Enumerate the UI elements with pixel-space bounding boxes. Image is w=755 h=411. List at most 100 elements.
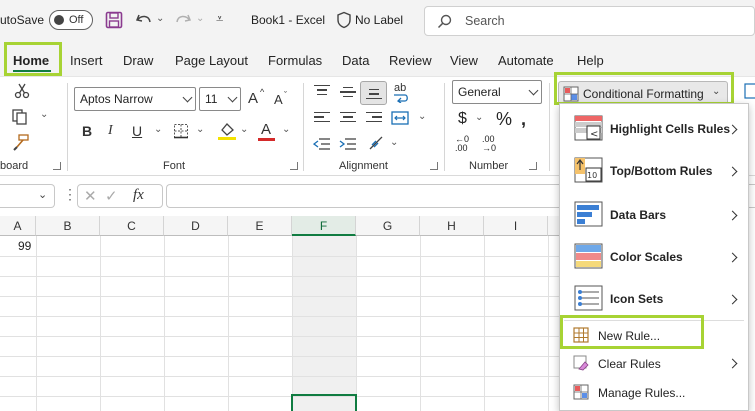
column-header-c[interactable]: C: [100, 216, 164, 236]
insert-function-icon[interactable]: fx: [133, 187, 144, 204]
name-box[interactable]: ⌄: [0, 184, 55, 208]
column-header-e[interactable]: E: [228, 216, 292, 236]
font-group-label: Font: [163, 160, 186, 172]
copy-dropdown-icon[interactable]: ⌄: [40, 109, 48, 120]
borders-icon[interactable]: [173, 123, 189, 139]
italic-button[interactable]: I: [108, 123, 113, 139]
customize-toolbar-icon[interactable]: ⩡: [216, 11, 223, 27]
save-icon[interactable]: [105, 11, 123, 29]
underline-dropdown-icon[interactable]: ⌄: [154, 124, 162, 135]
top-align-icon[interactable]: [314, 85, 330, 99]
undo-icon[interactable]: [135, 12, 153, 28]
tab-help[interactable]: Help: [577, 53, 604, 68]
tab-automate[interactable]: Automate: [498, 53, 554, 68]
currency-button[interactable]: $: [458, 110, 467, 128]
sensitivity-label[interactable]: No Label: [355, 13, 403, 27]
column-header-b[interactable]: B: [36, 216, 100, 236]
number-format-select[interactable]: General: [452, 80, 542, 104]
gridline: [0, 336, 560, 337]
ribbon-separator: [549, 83, 550, 171]
font-color-dropdown-icon[interactable]: ⌄: [282, 124, 290, 135]
ribbon-tabs: Home Insert Draw Page Layout Formulas Da…: [0, 42, 755, 76]
menu-item-data-bars[interactable]: Data Bars: [560, 194, 748, 234]
ribbon-separator: [444, 83, 445, 171]
fill-color-dropdown-icon[interactable]: ⌄: [240, 124, 248, 135]
orientation-dropdown-icon[interactable]: ⌄: [390, 137, 398, 148]
format-as-table-icon[interactable]: [744, 83, 755, 99]
tab-insert[interactable]: Insert: [70, 53, 103, 68]
underline-button[interactable]: U: [132, 123, 142, 139]
tab-review[interactable]: Review: [389, 53, 432, 68]
submenu-arrow-icon: [727, 358, 738, 369]
tab-data[interactable]: Data: [342, 53, 369, 68]
decrease-indent-icon[interactable]: [313, 137, 331, 151]
font-color-icon[interactable]: A: [261, 121, 271, 138]
conditional-formatting-highlight: [554, 72, 734, 105]
grow-font-button[interactable]: A: [248, 90, 258, 107]
tab-view[interactable]: View: [450, 53, 478, 68]
ribbon-separator: [303, 83, 304, 171]
orientation-icon[interactable]: [368, 135, 386, 151]
menu-item-clear-rules[interactable]: Clear Rules: [560, 350, 748, 376]
search-box[interactable]: Search: [424, 6, 755, 36]
shield-icon: [337, 11, 351, 29]
ribbon-separator: [67, 83, 68, 171]
increase-decimal-button[interactable]: ←0 .00: [455, 135, 477, 153]
borders-dropdown-icon[interactable]: ⌄: [196, 124, 204, 135]
menu-label: Data Bars: [610, 208, 667, 222]
merge-dropdown-icon[interactable]: ⌄: [418, 111, 426, 122]
align-left-icon[interactable]: [314, 112, 330, 126]
tab-draw[interactable]: Draw: [123, 53, 153, 68]
format-painter-icon[interactable]: [12, 134, 30, 152]
top-bottom-icon-text: 10: [587, 171, 597, 180]
merge-center-icon[interactable]: [391, 110, 409, 126]
decrease-decimal-button[interactable]: .00 →0: [482, 135, 504, 153]
percent-button[interactable]: %: [496, 109, 512, 130]
column-header-g[interactable]: G: [356, 216, 420, 236]
align-center-icon[interactable]: [340, 112, 356, 126]
column-header-h[interactable]: H: [420, 216, 484, 236]
autosave-toggle[interactable]: Off: [49, 10, 93, 30]
menu-item-color-scales[interactable]: Color Scales: [560, 236, 748, 276]
toggle-knob: [54, 15, 64, 25]
search-placeholder: Search: [465, 14, 505, 28]
menu-item-icon-sets[interactable]: Icon Sets: [560, 278, 748, 318]
conditional-formatting-menu: < Highlight Cells Rules 10 Top/Bottom Ru…: [559, 103, 749, 411]
bold-button[interactable]: B: [82, 123, 92, 139]
column-header-d[interactable]: D: [164, 216, 228, 236]
shrink-font-button[interactable]: A: [274, 92, 283, 107]
column-header-i[interactable]: I: [484, 216, 548, 236]
bottom-align-button[interactable]: [360, 81, 387, 105]
cell-a1-value[interactable]: 99: [18, 239, 31, 253]
menu-item-highlight-cells-rules[interactable]: < Highlight Cells Rules: [560, 108, 748, 148]
menu-item-top-bottom-rules[interactable]: 10 Top/Bottom Rules: [560, 150, 748, 190]
gridline: [164, 236, 165, 411]
cut-icon[interactable]: [14, 83, 30, 99]
copy-icon[interactable]: [11, 109, 29, 125]
more-options-icon[interactable]: ⋮: [63, 186, 77, 203]
alignment-group-label: Alignment: [339, 160, 388, 172]
undo-dropdown-icon[interactable]: ⌄: [156, 13, 164, 24]
column-header-a[interactable]: A: [0, 216, 36, 236]
font-size-value: 11: [205, 92, 218, 106]
tab-page-layout[interactable]: Page Layout: [175, 53, 248, 68]
clipboard-launcher-icon[interactable]: [53, 162, 61, 170]
fill-color-icon[interactable]: [217, 121, 237, 141]
alignment-launcher-icon[interactable]: [430, 162, 438, 170]
increase-indent-icon[interactable]: [339, 137, 357, 151]
gridline: [0, 256, 560, 257]
menu-label: Manage Rules...: [598, 386, 686, 400]
menu-item-manage-rules[interactable]: Manage Rules...: [560, 379, 748, 405]
middle-align-icon[interactable]: [340, 87, 356, 101]
font-size-select[interactable]: 11: [199, 87, 241, 111]
comma-style-icon[interactable]: ,: [521, 109, 526, 130]
menu-label: Top/Bottom Rules: [610, 164, 713, 178]
currency-dropdown-icon[interactable]: ⌄: [475, 112, 483, 123]
active-cell[interactable]: [291, 394, 357, 411]
tab-formulas[interactable]: Formulas: [268, 53, 322, 68]
column-header-f[interactable]: F: [292, 216, 356, 236]
number-launcher-icon[interactable]: [529, 162, 537, 170]
font-name-select[interactable]: Aptos Narrow: [74, 87, 196, 111]
font-launcher-icon[interactable]: [290, 162, 298, 170]
align-right-icon[interactable]: [366, 112, 382, 126]
